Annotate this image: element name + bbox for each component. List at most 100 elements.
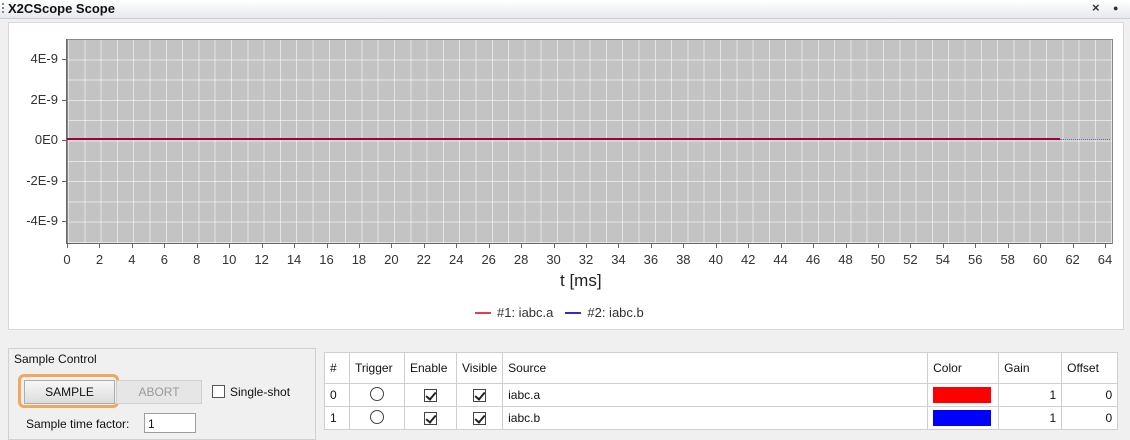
x-tick-label: 26 [481, 252, 496, 267]
source-cell[interactable]: iabc.b [502, 406, 929, 430]
plot-area[interactable] [67, 39, 1113, 244]
x-tick-label: 4 [128, 252, 136, 267]
sample-button[interactable]: SAMPLE [24, 380, 115, 404]
x-tick-label: 62 [1065, 252, 1080, 267]
x-tick-label: 38 [676, 252, 691, 267]
x-tick-mark [67, 244, 68, 248]
source-cell[interactable]: iabc.a [502, 383, 929, 407]
x-tick-mark [99, 244, 101, 248]
abort-button[interactable]: ABORT [116, 380, 202, 404]
sample-time-factor-input[interactable]: 1 [144, 413, 196, 433]
column-header-visible[interactable]: Visible [455, 352, 504, 384]
column-header-offset[interactable]: Offset [1061, 352, 1119, 384]
legend-swatch-1 [475, 311, 491, 314]
x-tick-mark [326, 244, 328, 248]
color-swatch[interactable] [933, 387, 992, 403]
x-tick-mark [456, 244, 458, 248]
trace-iabc-a [67, 138, 1060, 140]
x-axis [66, 243, 1112, 244]
x-tick-mark [1040, 244, 1042, 248]
legend-swatch-2 [565, 311, 582, 314]
enable-checkbox[interactable] [424, 412, 437, 426]
x-tick-mark [261, 244, 263, 248]
visible-checkbox[interactable] [473, 389, 487, 403]
window-titlebar: X2CScope Scope × ● [0, 0, 1130, 19]
x-tick-label: 56 [968, 252, 983, 267]
column-header-enable[interactable]: Enable [404, 352, 457, 384]
x-tick-mark [423, 244, 425, 248]
x-tick-label: 24 [449, 252, 464, 267]
table-header-row: # Trigger Enable Visible Source Color Ga… [324, 352, 1119, 384]
x-tick-label: 18 [351, 252, 367, 267]
y-tick-mark [62, 181, 66, 182]
x-tick-label: 64 [1097, 252, 1113, 267]
color-swatch[interactable] [933, 410, 992, 426]
y-tick-mark [62, 221, 66, 222]
column-header-gain[interactable]: Gain [998, 352, 1063, 384]
enable-checkbox[interactable] [424, 389, 437, 403]
visible-checkbox[interactable] [473, 412, 487, 426]
trigger-radio[interactable] [370, 409, 384, 424]
column-header-trigger[interactable]: Trigger [349, 352, 405, 384]
row-index: 0 [324, 383, 350, 407]
x-tick-mark [1072, 244, 1074, 248]
x-tick-label: 30 [546, 252, 561, 267]
pin-icon[interactable]: ● [1113, 3, 1118, 13]
visible-cell [455, 383, 504, 407]
x-tick-mark [845, 244, 847, 248]
y-tick-mark [62, 140, 66, 141]
x-tick-mark [1007, 244, 1009, 248]
gain-cell[interactable]: 1 [998, 383, 1063, 407]
x-tick-mark [910, 244, 912, 248]
row-index: 1 [324, 406, 350, 430]
offset-cell[interactable]: 0 [1061, 406, 1119, 430]
enable-cell [404, 406, 457, 430]
x-tick-mark [748, 244, 750, 248]
table-row[interactable]: 1 iabc.b 1 0 [324, 406, 1119, 430]
drag-grip-icon[interactable] [2, 3, 4, 15]
x-tick-label: 60 [1032, 252, 1048, 267]
sample-control-title: Sample Control [14, 352, 97, 366]
x-tick-label: 54 [935, 252, 951, 267]
x-tick-label: 14 [286, 252, 302, 267]
x-tick-label: 42 [740, 252, 756, 267]
x-tick-mark [1105, 244, 1106, 248]
x-tick-label: 36 [643, 252, 659, 267]
x-tick-mark [521, 244, 523, 248]
x-axis-label: t [ms] [560, 271, 602, 290]
table-row[interactable]: 0 iabc.a 1 0 [324, 383, 1119, 407]
x-tick-mark [164, 244, 166, 248]
x-tick-mark [229, 244, 231, 248]
color-cell [927, 383, 1000, 407]
visible-cell [455, 406, 504, 430]
trace-iabc-b [1060, 139, 1110, 140]
trigger-radio[interactable] [370, 386, 384, 401]
x-tick-mark [942, 244, 944, 248]
x-tick-label: 10 [221, 252, 237, 267]
x-tick-label: 28 [513, 252, 529, 267]
column-header-index[interactable]: # [324, 352, 350, 384]
column-header-source[interactable]: Source [502, 352, 929, 384]
single-shot-checkbox[interactable] [212, 385, 225, 398]
x-tick-mark [358, 244, 360, 248]
channel-table: # Trigger Enable Visible Source Color Ga… [324, 352, 1119, 430]
x-tick-label: 34 [611, 252, 626, 267]
x-tick-mark [196, 244, 198, 248]
offset-cell[interactable]: 0 [1061, 383, 1119, 407]
column-header-color[interactable]: Color [927, 352, 1000, 384]
x-tick-mark [715, 244, 717, 248]
close-icon[interactable]: × [1092, 0, 1100, 15]
y-tick-label: -4E-9 [26, 213, 58, 228]
trigger-cell [349, 383, 405, 407]
y-axis [66, 39, 67, 244]
x-tick-label: 40 [708, 252, 723, 267]
x-tick-mark [553, 244, 555, 248]
x-tick-label: 32 [578, 252, 594, 267]
gain-cell[interactable]: 1 [998, 406, 1063, 430]
x-tick-label: 8 [193, 252, 201, 267]
y-tick-label: 2E-9 [30, 92, 58, 107]
y-tick-mark [62, 100, 66, 101]
x-tick-label: 12 [254, 252, 269, 267]
x-tick-mark [488, 244, 490, 248]
x-tick-label: 6 [160, 252, 168, 267]
